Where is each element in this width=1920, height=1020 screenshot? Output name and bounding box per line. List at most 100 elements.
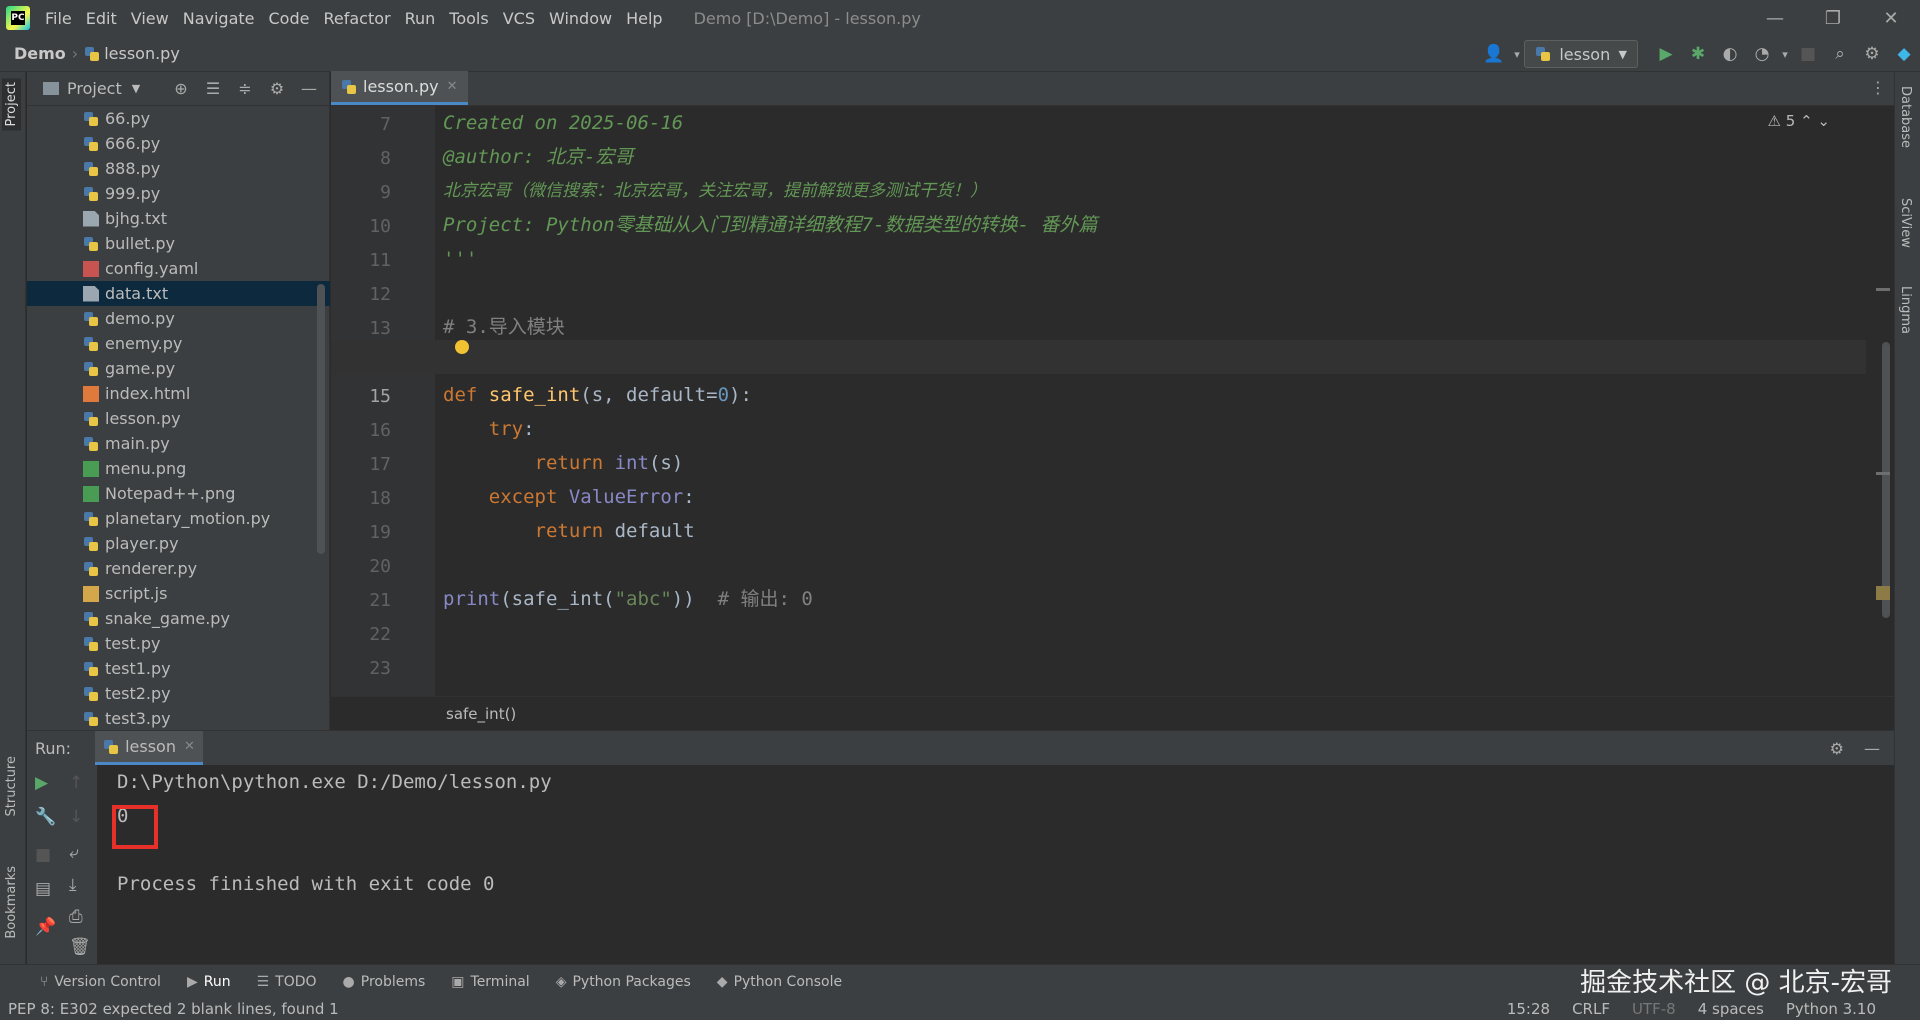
bookmarks-tool-tab[interactable]: Bookmarks	[2, 862, 21, 943]
print-icon[interactable]: ⎙	[69, 907, 83, 927]
file-tree-item[interactable]: 666.py	[27, 131, 330, 156]
debug-icon[interactable]: ✱	[1682, 38, 1714, 70]
file-tree-item[interactable]: test1.py	[27, 656, 330, 681]
scrollbar[interactable]	[1882, 342, 1890, 618]
file-tree-item[interactable]: demo.py	[27, 306, 330, 331]
menu-file[interactable]: File	[38, 9, 79, 28]
console-output[interactable]: D:\Python\python.exe D:/Demo/lesson.py 0…	[112, 765, 552, 901]
project-tool-tab[interactable]: Project	[2, 78, 21, 131]
file-tree-item[interactable]: player.py	[27, 531, 330, 556]
chevron-down-icon[interactable]: ▾	[1510, 38, 1524, 70]
close-tab-icon[interactable]: ✕	[447, 79, 458, 94]
structure-tool-tab[interactable]: Structure	[2, 752, 21, 820]
file-tree-item[interactable]: Notepad++.png	[27, 481, 330, 506]
user-icon[interactable]: 👤	[1478, 38, 1510, 70]
collapse-all-icon[interactable]: ≑	[231, 79, 259, 98]
expand-all-icon[interactable]: ☰	[199, 79, 227, 98]
close-icon[interactable]: ✕	[1862, 0, 1920, 36]
wrench-icon[interactable]: 🔧	[35, 807, 56, 827]
pin-icon[interactable]: 📌	[35, 917, 56, 937]
chevron-down-icon[interactable]: ⌄	[1817, 112, 1830, 130]
file-tree-item[interactable]: test3.py	[27, 706, 330, 730]
lingma-tool-tab[interactable]: Lingma	[1898, 286, 1913, 334]
trash-icon[interactable]: 🗑	[69, 937, 91, 957]
jetbrains-toolbox-icon[interactable]: ◆	[1888, 38, 1920, 70]
gear-icon[interactable]: ⚙	[1830, 739, 1844, 758]
more-icon[interactable]: ⋮	[1870, 71, 1894, 105]
breadcrumb-project[interactable]: Demo	[0, 44, 66, 63]
tab-todo[interactable]: ☰ TODO	[257, 974, 317, 990]
file-tree-item[interactable]: config.yaml	[27, 256, 330, 281]
tab-python-packages[interactable]: ◈ Python Packages	[556, 974, 691, 990]
file-tree-item[interactable]: test.py	[27, 631, 330, 656]
menu-edit[interactable]: Edit	[79, 9, 124, 28]
file-encoding[interactable]: UTF-8	[1632, 1000, 1676, 1018]
file-tree-item[interactable]: index.html	[27, 381, 330, 406]
menu-window[interactable]: Window	[542, 9, 619, 28]
scroll-to-end-icon[interactable]: ⤓	[69, 875, 77, 895]
file-tree-item[interactable]: lesson.py	[27, 406, 330, 431]
locate-icon[interactable]: ⊕	[167, 79, 195, 98]
menu-navigate[interactable]: Navigate	[176, 9, 262, 28]
status-message[interactable]: PEP 8: E302 expected 2 blank lines, foun…	[8, 1000, 339, 1018]
file-tree-item[interactable]: game.py	[27, 356, 330, 381]
file-tree-item[interactable]: main.py	[27, 431, 330, 456]
file-tree-item[interactable]: 66.py	[27, 106, 330, 131]
file-tree-item[interactable]: planetary_motion.py	[27, 506, 330, 531]
sciview-tool-tab[interactable]: SciView	[1898, 198, 1913, 248]
line-separator[interactable]: CRLF	[1572, 1000, 1610, 1018]
breadcrumb-file[interactable]: lesson.py	[104, 44, 180, 63]
restore-icon[interactable]: ❐	[1804, 0, 1862, 36]
arrow-up-icon[interactable]: ↑	[69, 773, 83, 793]
project-panel-title[interactable]: Project	[67, 79, 122, 98]
menu-vcs[interactable]: VCS	[496, 9, 542, 28]
menu-run[interactable]: Run	[398, 9, 443, 28]
inspection-widget[interactable]: ⚠ 5 ⌃ ⌄	[1768, 112, 1831, 130]
gear-icon[interactable]: ⚙	[1856, 38, 1888, 70]
hide-icon[interactable]: —	[295, 79, 323, 98]
gear-icon[interactable]: ⚙	[263, 79, 291, 98]
search-icon[interactable]: ⌕	[1824, 38, 1856, 70]
file-tree-item[interactable]: renderer.py	[27, 556, 330, 581]
indent-setting[interactable]: 4 spaces	[1698, 1000, 1764, 1018]
chevron-up-icon[interactable]: ⌃	[1800, 112, 1813, 130]
tab-python-console[interactable]: ◆ Python Console	[717, 974, 842, 990]
file-tree-item[interactable]: enemy.py	[27, 331, 330, 356]
stop-icon[interactable]: ■	[35, 845, 51, 865]
chevron-down-icon[interactable]: ▾	[1778, 38, 1792, 70]
file-tree-item[interactable]: 888.py	[27, 156, 330, 181]
database-tool-tab[interactable]: Database	[1898, 86, 1913, 148]
file-tree-item[interactable]: 999.py	[27, 181, 330, 206]
menu-tools[interactable]: Tools	[442, 9, 495, 28]
run-configuration-select[interactable]: lesson ▼	[1524, 40, 1638, 68]
warning-marker[interactable]	[1876, 586, 1890, 600]
soft-wrap-icon[interactable]: ⤶	[69, 843, 79, 863]
profile-icon[interactable]: ◔	[1746, 38, 1778, 70]
tab-terminal[interactable]: ▣ Terminal	[451, 974, 529, 990]
caret-position[interactable]: 15:28	[1507, 1000, 1550, 1018]
interpreter[interactable]: Python 3.10	[1786, 1000, 1876, 1018]
rerun-icon[interactable]: ▶	[35, 773, 48, 793]
coverage-icon[interactable]: ◐	[1714, 38, 1746, 70]
file-tree-item[interactable]: data.txt	[27, 281, 330, 306]
arrow-down-icon[interactable]: ↓	[69, 807, 83, 827]
tab-version-control[interactable]: ⑂ Version Control	[40, 974, 161, 990]
code-breadcrumb[interactable]: safe_int()	[331, 696, 1894, 730]
hide-icon[interactable]: —	[1864, 739, 1880, 758]
file-tree-item[interactable]: test2.py	[27, 681, 330, 706]
file-tree-item[interactable]: snake_game.py	[27, 606, 330, 631]
menu-view[interactable]: View	[124, 9, 176, 28]
menu-refactor[interactable]: Refactor	[316, 9, 397, 28]
scrollbar[interactable]	[317, 284, 325, 554]
close-tab-icon[interactable]: ✕	[184, 739, 195, 754]
file-tree-item[interactable]: bjhg.txt	[27, 206, 330, 231]
lightbulb-icon[interactable]	[455, 340, 469, 354]
stop-icon[interactable]: ■	[1792, 38, 1824, 70]
minimize-icon[interactable]: —	[1746, 0, 1804, 36]
editor-tab-lesson[interactable]: lesson.py ✕	[331, 71, 468, 105]
menu-help[interactable]: Help	[619, 9, 669, 28]
file-tree-item[interactable]: script.js	[27, 581, 330, 606]
tab-run[interactable]: ▶ Run	[187, 974, 231, 990]
tab-problems[interactable]: ● Problems	[343, 974, 426, 990]
run-tab-lesson[interactable]: lesson ✕	[95, 731, 203, 765]
